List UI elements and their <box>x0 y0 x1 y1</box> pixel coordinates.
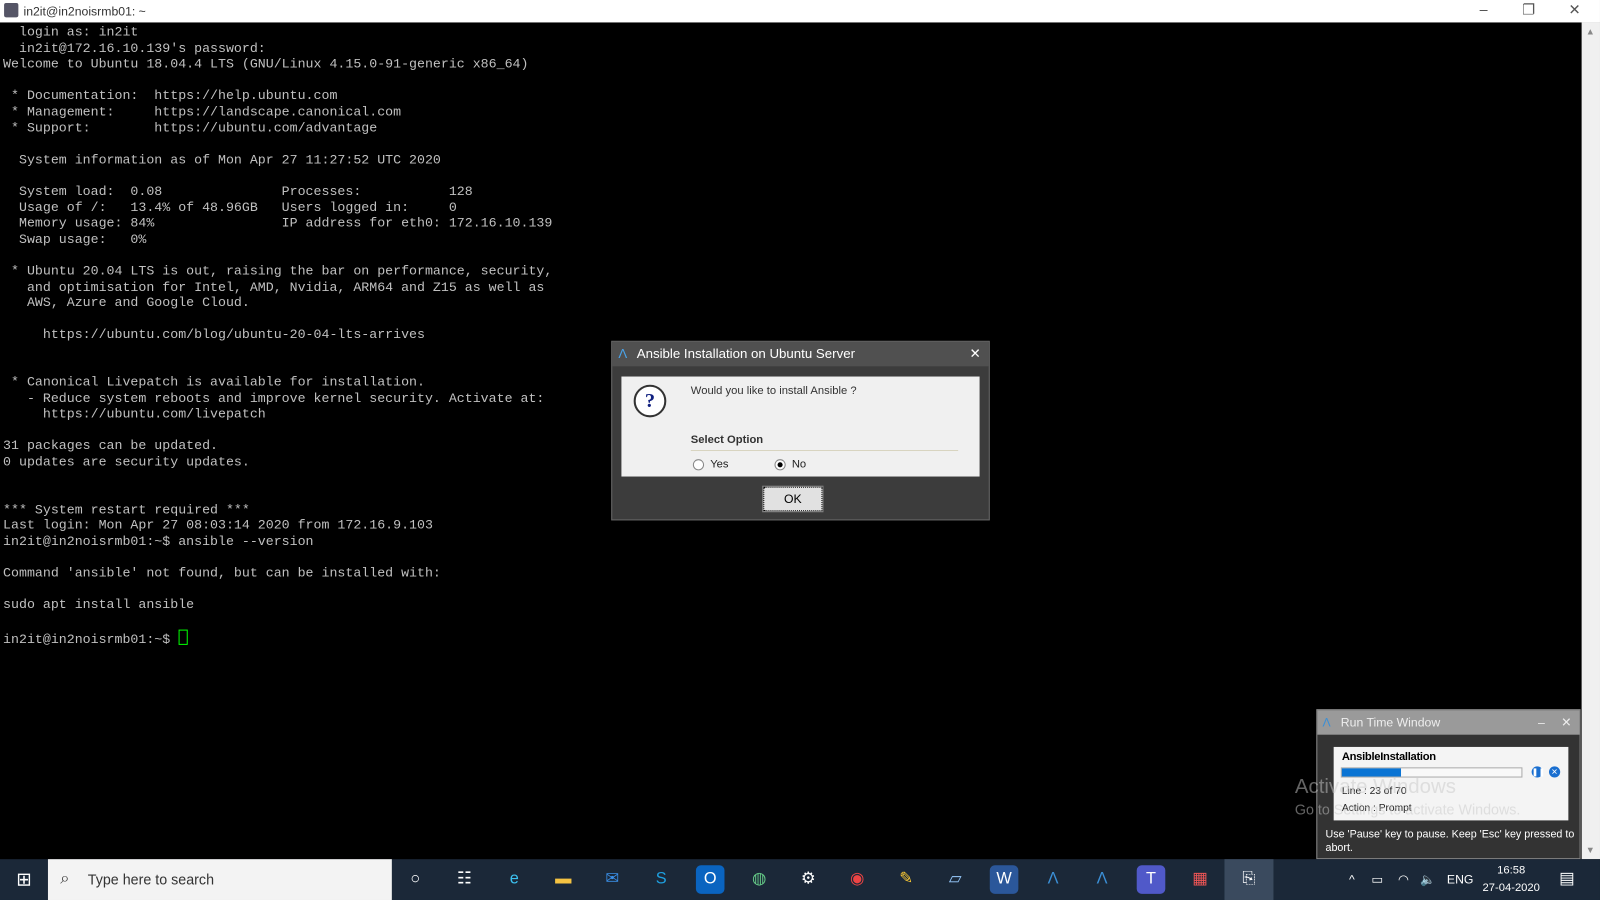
close-button[interactable]: ✕ <box>1552 1 1597 18</box>
cortana-icon[interactable]: ○ <box>401 865 430 894</box>
stop-icon[interactable]: ✕ <box>1548 766 1561 778</box>
restore-button[interactable]: ❐ <box>1506 1 1551 18</box>
battery-icon[interactable]: ▭ <box>1371 859 1383 900</box>
ok-button[interactable]: OK <box>762 485 824 513</box>
outlook-icon[interactable]: O <box>695 865 725 894</box>
window-title: in2it@in2noisrmb01: ~ <box>23 4 146 19</box>
dialog-title: Ansible Installation on Ubuntu Server <box>636 345 855 362</box>
tool-icon[interactable]: ✎ <box>892 865 921 894</box>
terminal-line: System load: 0.08 Processes: 128 <box>3 183 473 199</box>
ansible-logo-icon: Λ <box>1322 715 1331 730</box>
terminal-cursor <box>178 629 188 645</box>
terminal-prompt: in2it@in2noisrmb01:~$ <box>3 631 179 647</box>
terminal-line: Welcome to Ubuntu 18.04.4 LTS (GNU/Linux… <box>3 56 529 72</box>
terminal-line: in2it@in2noisrmb01:~$ ansible --version <box>3 533 314 549</box>
ansible-logo-icon: Λ <box>618 345 628 362</box>
radio-no[interactable]: No <box>774 458 806 470</box>
runtime-close-button[interactable]: ✕ <box>1561 710 1571 734</box>
chrome-icon[interactable]: ◉ <box>843 865 872 894</box>
runtime-minimize-button[interactable]: – <box>1538 710 1545 734</box>
windows-start-icon[interactable]: ⊞ <box>0 859 48 900</box>
terminal-line: * Management: https://landscape.canonica… <box>3 104 402 120</box>
dialog-titlebar: Λ Ansible Installation on Ubuntu Server … <box>612 341 989 367</box>
terminal-line: and optimisation for Intel, AMD, Nvidia,… <box>3 279 545 295</box>
select-option-label: Select Option <box>690 433 764 446</box>
terminal-line: AWS, Azure and Google Cloud. <box>3 294 250 311</box>
runtime-tip: Use 'Pause' key to pause. Keep 'Esc' key… <box>1325 828 1575 855</box>
runtime-title: Run Time Window <box>1340 715 1441 730</box>
notepad-icon[interactable]: ▱ <box>941 865 970 894</box>
terminal-line: Memory usage: 84% IP address for eth0: 1… <box>3 215 553 231</box>
clock[interactable]: 16:58 27-04-2020 <box>1475 862 1546 897</box>
taskbar-search[interactable]: ⌕ Type here to search <box>47 859 392 900</box>
task-view-icon[interactable]: ☷ <box>450 865 479 894</box>
minimize-button[interactable]: – <box>1461 1 1506 17</box>
putty-icon <box>4 3 19 18</box>
file-explorer-icon[interactable]: ▬ <box>549 865 578 894</box>
divider <box>690 449 959 452</box>
wifi-icon[interactable]: ◠ <box>1398 859 1409 900</box>
window-titlebar: in2it@in2noisrmb01: ~ – ❐ ✕ <box>0 0 1600 23</box>
word-icon[interactable]: W <box>989 865 1019 894</box>
network-app-icon[interactable]: ◍ <box>745 865 774 894</box>
notifications-icon[interactable]: ▤ <box>1559 859 1574 900</box>
pause-icon[interactable]: ❚❚ <box>1531 766 1545 778</box>
radio-yes-label: Yes <box>710 458 729 471</box>
script-name: AnsibleInstallation <box>1341 751 1436 764</box>
terminal-line: Usage of /: 13.4% of 48.96GB Users logge… <box>3 199 457 215</box>
search-placeholder: Type here to search <box>87 871 215 888</box>
language-indicator[interactable]: ENG <box>1447 859 1474 900</box>
taskbar: ⊞ ⌕ Type here to search ○ ☷ e ▬ ✉ S O ◍ … <box>0 859 1600 900</box>
radio-no-label: No <box>791 458 807 471</box>
terminal-line: System information as of Mon Apr 27 11:2… <box>3 151 441 168</box>
dialog-question: Would you like to install Ansible ? <box>690 384 857 397</box>
ansible-dialog: Λ Ansible Installation on Ubuntu Server … <box>611 340 990 521</box>
volume-icon[interactable]: 🔈 <box>1420 859 1435 900</box>
putty-taskbar-icon[interactable]: ⎘ <box>1224 859 1274 900</box>
ansible-app-icon-2[interactable]: Λ <box>1088 865 1117 894</box>
terminal-line: Swap usage: 0% <box>3 231 147 247</box>
terminal-prompt-line: in2it@in2noisrmb01:~$ <box>3 629 1580 647</box>
watermark-line2: Go to Settings to activate Windows. <box>1294 801 1521 818</box>
skype-icon[interactable]: S <box>647 865 676 894</box>
dialog-close-button[interactable]: ✕ <box>969 342 980 366</box>
scrollbar[interactable]: ▲ ▼ <box>1581 22 1600 860</box>
terminal-line: sudo apt install ansible <box>3 597 195 613</box>
mail-icon[interactable]: ✉ <box>598 865 627 894</box>
terminal-line: in2it@172.16.10.139's password: <box>3 40 266 56</box>
terminal-line: * Ubuntu 20.04 LTS is out, raising the b… <box>3 263 553 279</box>
terminal-line: * Support: https://ubuntu.com/advantage <box>3 119 378 136</box>
activate-windows-watermark: Activate Windows Go to Settings to activ… <box>1295 776 1521 818</box>
edge-icon[interactable]: e <box>500 865 529 894</box>
ansible-app-icon[interactable]: Λ <box>1039 865 1068 894</box>
watermark-line1: Activate Windows <box>1294 775 1456 798</box>
terminal-line: * Documentation: https://help.ubuntu.com <box>3 88 338 104</box>
chevron-up-icon[interactable]: ^ <box>1349 859 1355 900</box>
search-icon: ⌕ <box>60 870 70 888</box>
question-icon: ? <box>633 384 667 418</box>
app-icon[interactable]: ▦ <box>1186 865 1215 894</box>
clock-date: 27-04-2020 <box>1482 881 1540 894</box>
settings-gear-icon[interactable]: ⚙ <box>794 865 823 894</box>
teams-icon[interactable]: T <box>1136 865 1166 894</box>
terminal-line: login as: in2it <box>3 24 139 40</box>
terminal-line: Command 'ansible' not found, but can be … <box>3 565 441 581</box>
radio-yes[interactable]: Yes <box>692 458 729 471</box>
clock-time: 16:58 <box>1497 864 1526 877</box>
